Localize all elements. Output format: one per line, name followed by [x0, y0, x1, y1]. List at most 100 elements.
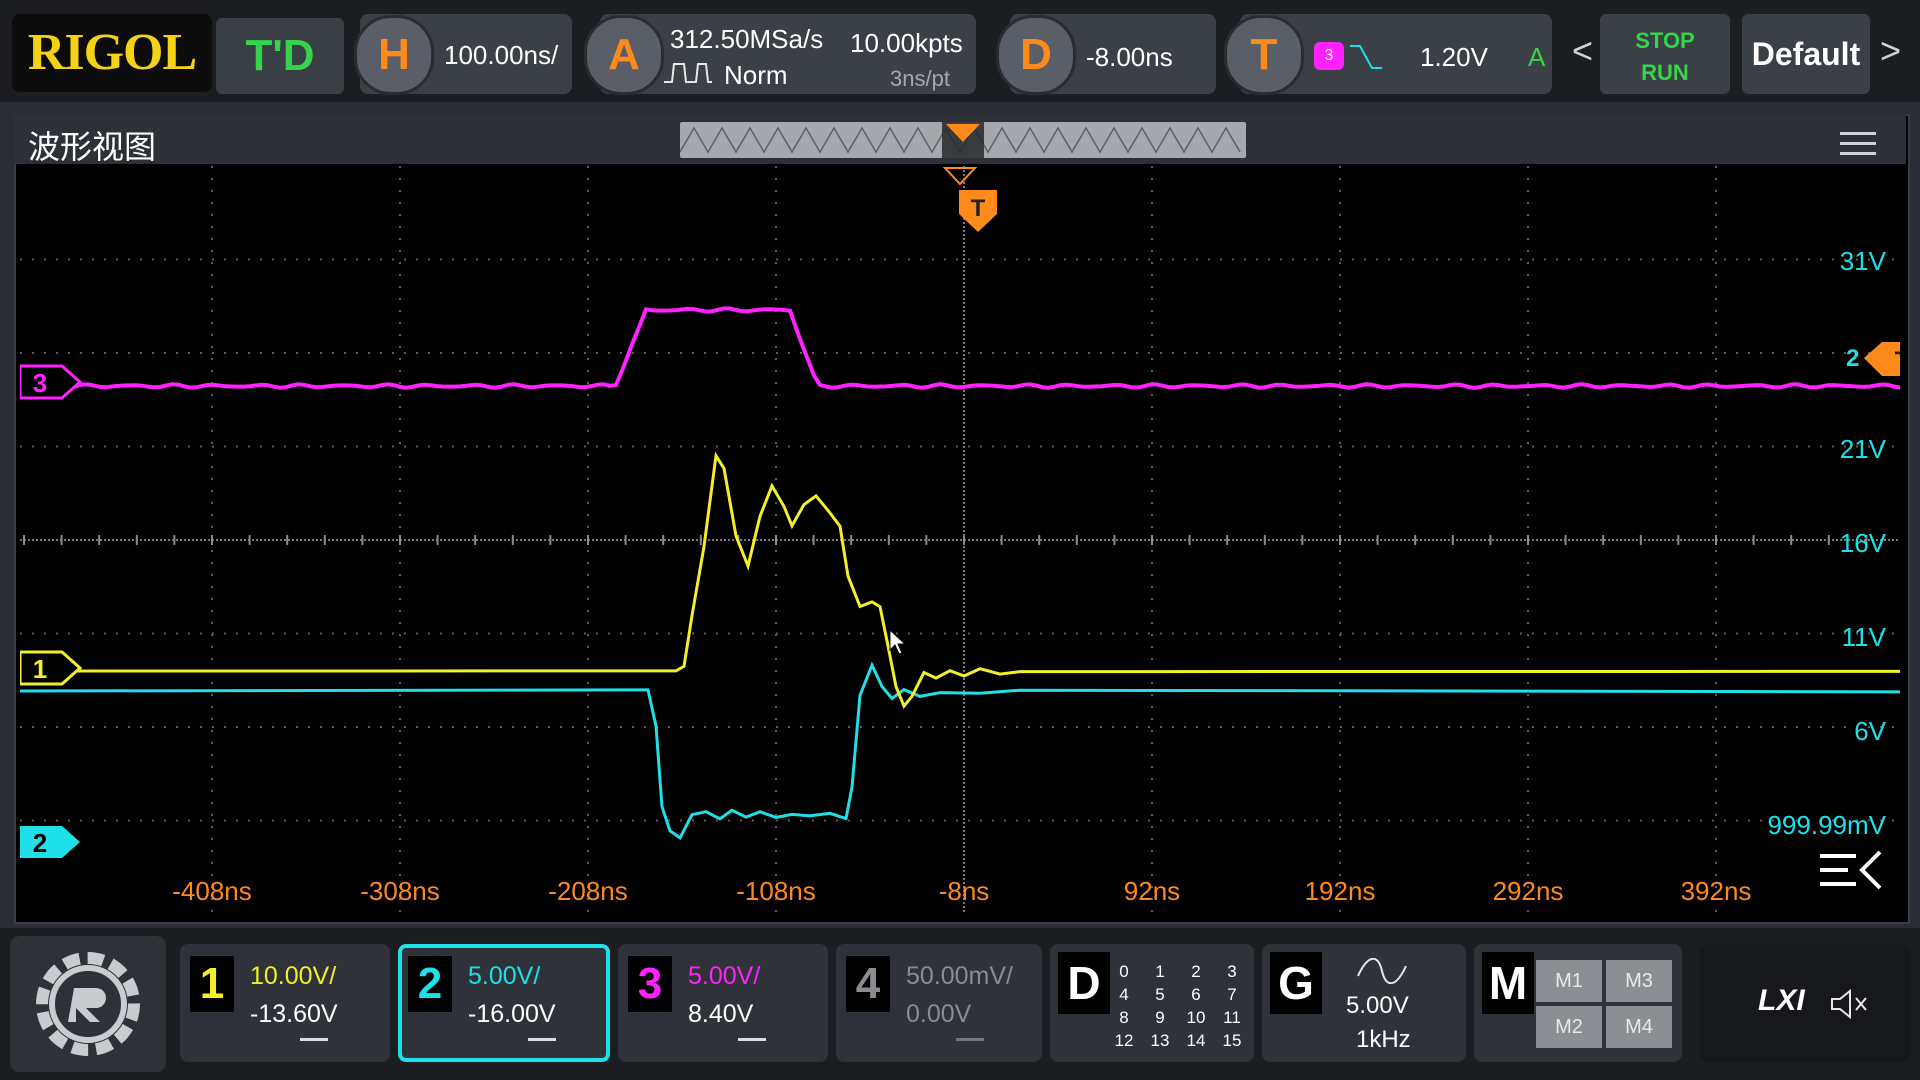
- channel-1-trace: [20, 451, 1900, 710]
- digital-bit-label: 2: [1191, 962, 1201, 981]
- digital-bit-label: 6: [1191, 985, 1201, 1004]
- dc-coupling-icon: [956, 1038, 984, 1051]
- channel-2-number: 2: [408, 956, 452, 1012]
- overview-waveform: [679, 122, 1241, 158]
- speaker-muted-icon[interactable]: [1828, 988, 1872, 1020]
- trigger-level-marker[interactable]: 2 T: [1846, 342, 1900, 376]
- channel-1-marker-label: 1: [33, 654, 47, 684]
- time-axis-label: 392ns: [1681, 876, 1752, 906]
- channel-4-panel[interactable]: 4 50.00mV/ 0.00V: [836, 944, 1042, 1062]
- voltage-axis-label: 31V: [1840, 246, 1887, 276]
- time-axis-label: -8ns: [939, 876, 990, 906]
- mode-td-button[interactable]: T'D: [216, 18, 344, 94]
- memory-overview-bar[interactable]: [679, 122, 1246, 158]
- digital-bit-label: 13: [1150, 1031, 1170, 1050]
- digital-panel[interactable]: D 0 1 2 34 5 6 78 9 10 1112 13 14 15: [1050, 944, 1254, 1062]
- horizontal-h-icon[interactable]: H: [354, 15, 434, 95]
- acquire-a-icon[interactable]: A: [584, 15, 664, 95]
- digital-bit-label: 15: [1222, 1031, 1242, 1050]
- acquire-pulse-icon: [664, 63, 712, 83]
- window-menu-icon[interactable]: [1840, 132, 1876, 156]
- channel-3-trace: [69, 306, 1900, 390]
- trigger-level-prefix: 2: [1846, 345, 1859, 372]
- channel-4-number: 4: [846, 956, 890, 1012]
- status-panel: LXI: [1700, 944, 1910, 1062]
- stop-label: STOP: [1635, 28, 1695, 53]
- digital-bit-label: 8: [1119, 1008, 1129, 1027]
- rising-edge-icon: [1350, 45, 1382, 69]
- digital-bit-label: 4: [1119, 985, 1129, 1004]
- digital-bit-label: 12: [1114, 1031, 1134, 1050]
- channel-3-offset: 8.40V: [688, 1000, 754, 1028]
- generator-label: G: [1270, 952, 1322, 1014]
- trigger-t-icon[interactable]: T: [1224, 15, 1304, 95]
- trigger-source-badge: 3: [1314, 42, 1344, 70]
- run-label: RUN: [1641, 60, 1689, 85]
- channel-1-panel[interactable]: 1 10.00V/ -13.60V: [180, 944, 390, 1062]
- dc-coupling-icon: [528, 1038, 556, 1051]
- channel-3-panel[interactable]: 3 5.00V/ 8.40V: [618, 944, 828, 1062]
- time-axis-label: -208ns: [548, 876, 628, 906]
- acquire-mode: Norm: [724, 60, 788, 90]
- chevron-right-icon[interactable]: >: [1880, 30, 1901, 72]
- generator-panel[interactable]: G 5.00V 1kHz: [1262, 944, 1466, 1062]
- math-m3-button[interactable]: M3: [1606, 960, 1672, 1002]
- math-panel[interactable]: M M1 M3 M2 M4: [1474, 944, 1682, 1062]
- delay-value: -8.00ns: [1086, 42, 1173, 72]
- trigger-mode: A: [1528, 42, 1546, 72]
- channel-2-panel[interactable]: 2 5.00V/ -16.00V: [398, 944, 610, 1062]
- math-m2-button[interactable]: M2: [1536, 1006, 1602, 1048]
- voltage-axis-label: 16V: [1840, 528, 1887, 558]
- channel-1-marker[interactable]: 1: [20, 650, 83, 686]
- traces: [20, 306, 1900, 841]
- channel-1-offset: -13.60V: [250, 1000, 338, 1028]
- horizontal-scale: 100.00ns/: [444, 40, 559, 70]
- rigol-logo: RIGOL: [12, 14, 212, 92]
- digital-bit-label: 3: [1227, 962, 1237, 981]
- channel-3-marker[interactable]: 3: [20, 364, 83, 400]
- math-m1-button[interactable]: M1: [1536, 960, 1602, 1002]
- time-axis-label: 92ns: [1124, 876, 1180, 906]
- voltage-axis-label: 999.99mV: [1767, 810, 1886, 840]
- channel-2-marker[interactable]: 2: [20, 826, 80, 858]
- time-axis-label: 292ns: [1493, 876, 1564, 906]
- channel-1-scale: 10.00V/: [250, 962, 337, 990]
- generator-frequency: 1kHz: [1356, 1026, 1411, 1053]
- dc-coupling-icon: [300, 1038, 328, 1051]
- default-button[interactable]: Default: [1742, 14, 1870, 94]
- channel-4-scale: 50.00mV/: [906, 962, 1014, 990]
- digital-bit-label: 9: [1155, 1008, 1165, 1027]
- delay-d-icon[interactable]: D: [996, 15, 1076, 95]
- math-label: M: [1482, 952, 1534, 1014]
- voltage-axis-label: 6V: [1854, 716, 1886, 746]
- digital-bit-label: 0: [1119, 962, 1129, 981]
- channel-2-scale: 5.00V/: [468, 962, 541, 990]
- channel-3-scale: 5.00V/: [688, 962, 761, 990]
- generator-amplitude: 5.00V: [1346, 992, 1409, 1019]
- trigger-position-marker[interactable]: T: [942, 167, 997, 232]
- channel-2-offset: -16.00V: [468, 1000, 556, 1028]
- memory-depth: 10.00kpts: [850, 28, 963, 58]
- time-axis-label: -308ns: [360, 876, 440, 906]
- channel-4-offset: 0.00V: [906, 1000, 972, 1028]
- channel-2-trace: [20, 661, 1900, 841]
- home-menu-button[interactable]: [10, 936, 166, 1072]
- waveform-window-title: 波形视图: [28, 129, 157, 165]
- digital-bits-grid: 0 1 2 34 5 6 78 9 10 1112 13 14 15: [1106, 960, 1250, 1052]
- graticule: [20, 166, 1898, 912]
- sample-rate: 312.50MSa/s: [670, 24, 824, 54]
- channel-2-marker-label: 2: [33, 828, 47, 858]
- chevron-left-icon[interactable]: <: [1572, 30, 1593, 72]
- time-axis-label: -408ns: [172, 876, 252, 906]
- expand-panel-icon[interactable]: [1820, 850, 1882, 890]
- channel-1-number: 1: [190, 956, 234, 1012]
- math-m4-button[interactable]: M4: [1606, 1006, 1672, 1048]
- dc-coupling-icon: [738, 1038, 766, 1051]
- waveform-plot[interactable]: T 2 T 3 1 2 -408ns -308ns -208ns -108ns -8ns…: [20, 166, 1900, 914]
- lxi-logo: LXI: [1758, 984, 1805, 1017]
- time-axis-labels: -408ns -308ns -208ns -108ns -8ns 92ns 192ns 292…: [172, 876, 1751, 906]
- stop-run-button[interactable]: STOP RUN: [1600, 14, 1730, 94]
- channel-3-marker-label: 3: [33, 368, 47, 398]
- time-axis-label: 192ns: [1305, 876, 1376, 906]
- time-axis-label: -108ns: [736, 876, 816, 906]
